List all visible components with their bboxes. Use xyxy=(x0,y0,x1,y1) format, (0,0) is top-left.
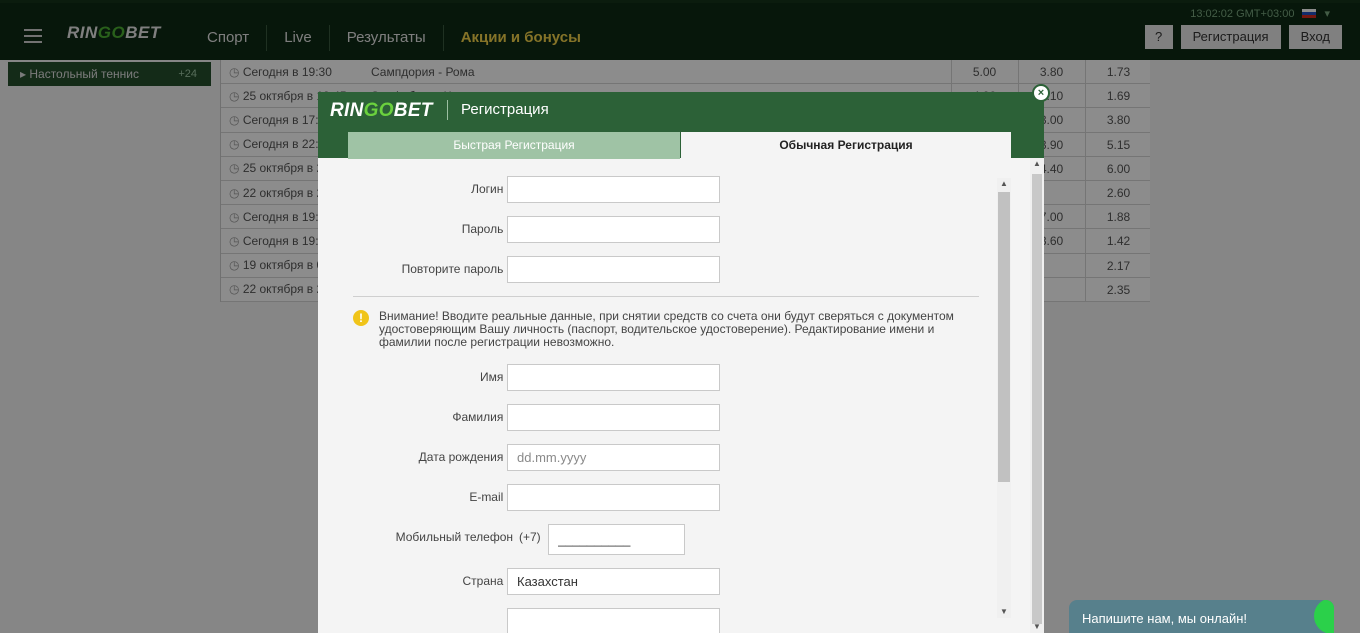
scroll-down-icon[interactable]: ▼ xyxy=(997,606,1011,618)
birth-date-input[interactable] xyxy=(507,444,720,471)
city-row: Г xyxy=(353,608,983,633)
password-repeat-row: Повторите пароль* xyxy=(353,256,983,283)
scrollbar-thumb[interactable] xyxy=(998,192,1010,482)
chat-label: Напишите нам, мы онлайн! xyxy=(1082,611,1248,626)
password-row: Пароль* xyxy=(353,216,983,243)
password-repeat-input[interactable] xyxy=(507,256,720,283)
phone-row: Мобильный телефон (+7) xyxy=(353,524,983,555)
warning-icon: ! xyxy=(353,310,369,326)
first-name-row: Имя* xyxy=(353,364,983,391)
password-label: Пароль* xyxy=(461,222,513,236)
country-label: Страна* xyxy=(462,574,513,588)
last-name-row: Фамилия* xyxy=(353,404,983,431)
email-input[interactable] xyxy=(507,484,720,511)
warning-text: Внимание! Вводите реальные данные, при с… xyxy=(379,309,954,349)
password-repeat-label: Повторите пароль* xyxy=(401,262,513,276)
birth-date-row: Дата рождения* xyxy=(353,444,983,471)
chat-widget[interactable]: Напишите нам, мы онлайн! xyxy=(1069,600,1334,633)
header-divider xyxy=(447,100,448,120)
modal-title: Регистрация xyxy=(461,101,549,118)
form-divider xyxy=(353,296,979,297)
phone-prefix: (+7) xyxy=(519,530,541,544)
last-name-label: Фамилия* xyxy=(452,410,513,424)
scroll-down-icon[interactable]: ▼ xyxy=(1030,621,1044,633)
country-row: Страна* xyxy=(353,568,983,595)
login-input[interactable] xyxy=(507,176,720,203)
registration-form: Логин* Пароль* Повторите пароль* ! Внима… xyxy=(353,176,983,633)
phone-input[interactable] xyxy=(548,524,685,555)
modal-scrollbar[interactable]: ▲ ▼ xyxy=(1030,158,1044,633)
scrollbar-thumb[interactable] xyxy=(1032,174,1042,624)
country-input[interactable] xyxy=(507,568,720,595)
online-indicator-icon xyxy=(1314,600,1334,633)
birth-date-label: Дата рождения* xyxy=(418,450,513,464)
registration-modal: RINGOBET Регистрация × Быстрая Регистрац… xyxy=(318,84,1050,633)
city-input[interactable] xyxy=(507,608,720,633)
tab-standard-registration[interactable]: Обычная Регистрация xyxy=(681,132,1011,159)
first-name-input[interactable] xyxy=(507,364,720,391)
password-input[interactable] xyxy=(507,216,720,243)
form-scrollbar[interactable]: ▲ ▼ xyxy=(997,178,1011,618)
modal-header: RINGOBET Регистрация × Быстрая Регистрац… xyxy=(318,84,1050,159)
modal-logo: RINGOBET xyxy=(330,100,433,121)
close-icon[interactable]: × xyxy=(1032,84,1050,102)
tab-quick-registration[interactable]: Быстрая Регистрация xyxy=(348,132,680,159)
email-row: E-mail* xyxy=(353,484,983,511)
phone-label: Мобильный телефон xyxy=(395,530,513,544)
login-row: Логин* xyxy=(353,176,983,203)
scroll-up-icon[interactable]: ▲ xyxy=(997,178,1011,190)
scroll-up-icon[interactable]: ▲ xyxy=(1030,158,1044,170)
last-name-input[interactable] xyxy=(507,404,720,431)
